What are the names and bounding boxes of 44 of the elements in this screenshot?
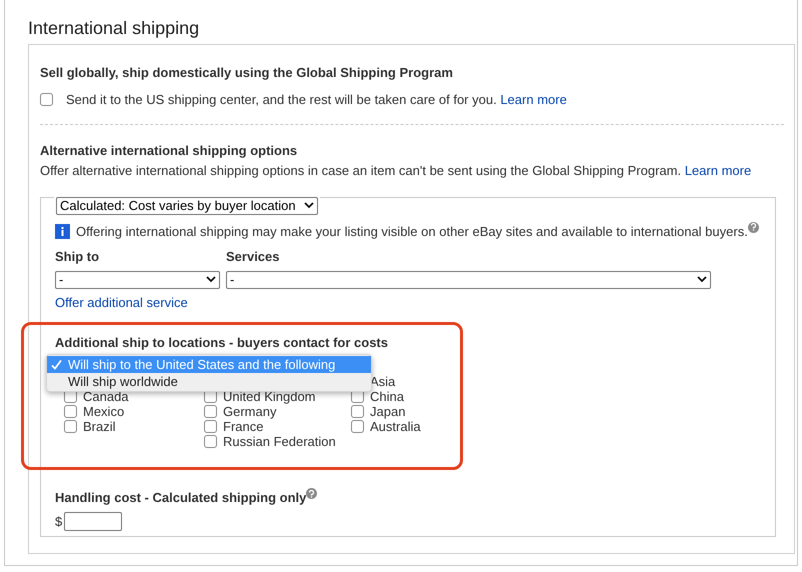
location-label: China: [370, 389, 404, 404]
dropdown[interactable]: Calculated: Cost varies by buyer location: [56, 196, 318, 214]
check-icon: [51, 360, 62, 370]
checkbox[interactable]: [351, 405, 364, 418]
location-label: Germany: [223, 404, 276, 419]
field-label: Services: [226, 248, 280, 266]
subsection-heading: Sell globally, ship domestically using the Global Shipping Program: [40, 64, 454, 82]
subsection-heading: Additional ship to locations - buyers contact for costs: [55, 334, 389, 352]
section-title: International shipping: [28, 17, 200, 40]
chevron-icon: [304, 202, 314, 209]
info-text: Offering international shipping may make your listing visible on other eBay sites and available to international buyers.: [76, 222, 759, 241]
dropdown[interactable]: -: [55, 270, 220, 288]
description-text: Send it to the US shipping center, and the rest will be taken care of for you. Learn more: [66, 91, 567, 109]
checkbox[interactable]: [64, 420, 77, 433]
chevron-icon: [206, 276, 216, 283]
currency-symbol: $: [55, 512, 62, 530]
dropdown[interactable]: -: [226, 270, 711, 288]
subsection-heading: Alternative international shipping options: [40, 142, 298, 160]
help-icon[interactable]: [748, 222, 759, 232]
location-label: Russian Federation: [223, 434, 336, 449]
checkbox[interactable]: [64, 405, 77, 418]
location-label: Mexico: [83, 404, 124, 419]
location-label: Brazil: [83, 419, 116, 434]
learn-more-link[interactable]: Learn more: [684, 162, 752, 178]
learn-more-link[interactable]: Learn more: [500, 92, 567, 107]
menu-option[interactable]: Will ship worldwide: [47, 373, 371, 390]
description-text: Offer alternative international shipping options in case an item can't be sent using the Global Shipping Program. Learn more: [40, 162, 752, 180]
checkbox[interactable]: [351, 420, 364, 433]
handling-cost-field[interactable]: [64, 512, 122, 531]
chevron-icon: [697, 276, 707, 283]
info-icon: [55, 224, 70, 239]
location-label: Canada: [83, 389, 129, 404]
location-label: Japan: [370, 404, 406, 419]
location-label: United Kingdom: [223, 389, 316, 404]
help-icon[interactable]: [306, 488, 318, 499]
field-label: Handling cost - Calculated shipping only: [55, 490, 306, 505]
offer-service-link[interactable]: Offer additional service: [55, 292, 188, 312]
checkbox[interactable]: [204, 435, 217, 448]
checkbox[interactable]: [204, 420, 217, 433]
location-label: France: [223, 419, 264, 434]
location-label: Australia: [370, 419, 421, 434]
checkbox[interactable]: [204, 405, 217, 418]
checkbox[interactable]: [40, 93, 53, 106]
field-label: Ship to: [55, 248, 100, 266]
